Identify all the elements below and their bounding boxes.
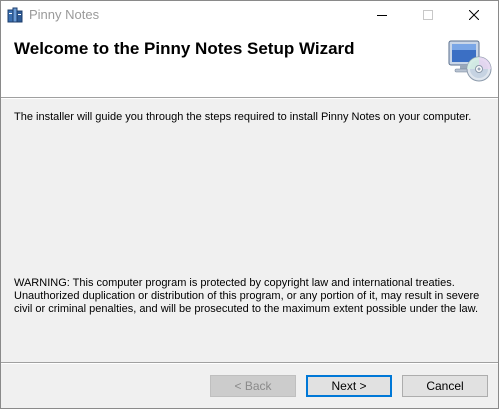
minimize-button[interactable] [359, 1, 405, 29]
cancel-button[interactable]: Cancel [402, 375, 488, 397]
back-button[interactable]: < Back [210, 375, 296, 397]
wizard-banner: Welcome to the Pinny Notes Setup Wizard [1, 29, 498, 97]
wizard-title: Welcome to the Pinny Notes Setup Wizard [14, 39, 355, 58]
setup-wizard-window: Pinny Notes Welcome to the Pinny Notes S… [0, 0, 499, 409]
title-bar[interactable]: Pinny Notes [1, 1, 498, 29]
intro-text: The installer will guide you through the… [14, 111, 472, 123]
computer-cd-icon [445, 37, 493, 85]
minimize-icon [377, 15, 387, 16]
banner-divider-highlight [1, 98, 498, 99]
close-button[interactable] [451, 1, 497, 29]
footer-divider-highlight [1, 363, 498, 364]
next-button[interactable]: Next > [306, 375, 392, 397]
installer-package-icon [7, 7, 23, 23]
window-title: Pinny Notes [29, 7, 100, 22]
close-icon [469, 10, 479, 20]
copyright-warning: WARNING: This computer program is protec… [14, 277, 480, 315]
maximize-icon [423, 10, 433, 20]
maximize-button[interactable] [405, 1, 451, 29]
